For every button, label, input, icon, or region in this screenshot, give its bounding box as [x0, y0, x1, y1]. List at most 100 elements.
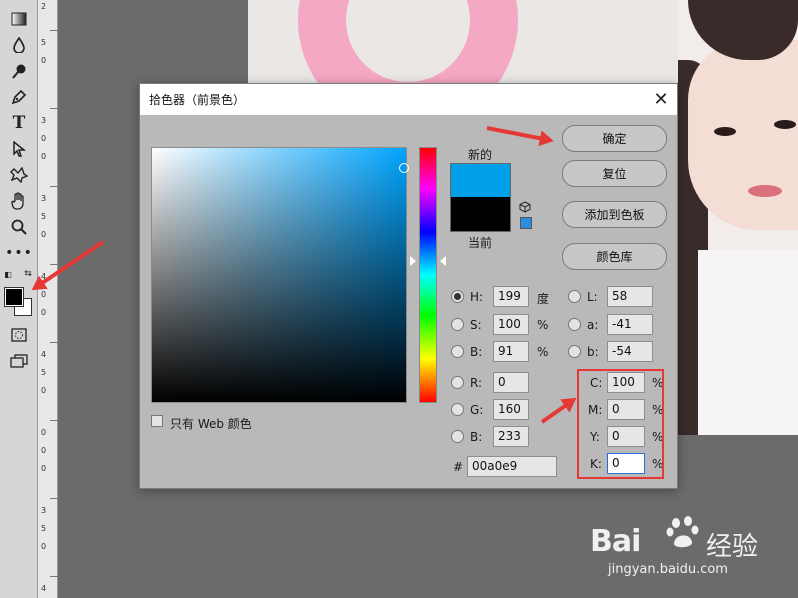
color-field[interactable] [151, 147, 407, 403]
more-icon[interactable]: ••• [5, 242, 32, 264]
portrait-eye [714, 127, 736, 136]
blur-icon[interactable] [8, 34, 30, 56]
color-libraries-button[interactable]: 颜色库 [562, 243, 667, 270]
ruler-label: 0 [41, 56, 47, 65]
swap-colors-icon[interactable]: ⇆ [22, 268, 34, 280]
ruler-label: 4 [41, 584, 47, 593]
type-icon[interactable]: T [8, 112, 30, 134]
close-icon[interactable]: ✕ [651, 89, 671, 110]
brightness-radio[interactable] [451, 345, 464, 358]
blue-label: B: [470, 430, 483, 444]
b-channel-radio[interactable] [568, 345, 581, 358]
saturation-label: S: [470, 318, 482, 332]
hue-unit: 度 [537, 292, 550, 306]
dodge-icon[interactable] [8, 60, 30, 82]
hex-label: # [453, 460, 464, 474]
blue-input[interactable]: 233 [493, 426, 529, 447]
annotation-cmyk-highlight [577, 369, 664, 479]
a-channel-radio[interactable] [568, 318, 581, 331]
dialog-title: 拾色器（前景色） [149, 93, 246, 107]
watermark-logo-text: 经验 [706, 532, 759, 562]
ruler-label: 0 [41, 308, 47, 317]
pen-icon[interactable] [8, 86, 30, 108]
ruler-label: 5 [41, 368, 47, 377]
brightness-input[interactable]: 91 [493, 341, 529, 362]
ruler-label: 5 [41, 38, 47, 47]
only-web-colors-label: 只有 Web 颜色 [170, 417, 252, 431]
ruler-label: 0 [41, 386, 47, 395]
saturation-unit: % [537, 318, 549, 332]
ruler-label: 0 [41, 230, 47, 239]
b-channel-label: b: [587, 345, 599, 359]
foreground-color-swatch[interactable] [4, 287, 24, 307]
a-channel-label: a: [587, 318, 599, 332]
brightness-unit: % [537, 345, 549, 359]
hue-label: H: [470, 290, 484, 304]
red-input[interactable]: 0 [493, 372, 529, 393]
hue-radio[interactable] [451, 290, 464, 303]
ruler-label: 5 [41, 212, 47, 221]
current-color-label: 当前 [468, 236, 493, 250]
new-color-swatch [450, 163, 511, 197]
ruler-label: 0 [41, 134, 47, 143]
gradient-icon[interactable] [8, 8, 30, 30]
hue-slider-handle-right[interactable] [440, 256, 446, 266]
ruler-label: 3 [41, 194, 47, 203]
tools-panel: T ••• ◧ ⇆ [0, 0, 38, 598]
portrait-eye [774, 120, 796, 129]
hue-slider[interactable] [419, 147, 437, 403]
custom-shape-icon[interactable] [8, 164, 30, 186]
add-to-swatches-button[interactable]: 添加到色板 [562, 201, 667, 228]
default-colors-icon[interactable]: ◧ [2, 268, 14, 280]
screen-mode-icon[interactable] [8, 350, 30, 372]
portrait-shirt [698, 250, 798, 435]
hue-slider-handle-left[interactable] [410, 256, 416, 266]
reset-button[interactable]: 复位 [562, 160, 667, 187]
ruler-label: 4 [41, 350, 47, 359]
quick-mask-icon[interactable] [8, 324, 30, 346]
baidu-paw-logo [666, 514, 702, 550]
ruler-label: 0 [41, 428, 47, 437]
hand-icon[interactable] [8, 190, 30, 212]
ruler-label: 3 [41, 116, 47, 125]
b-channel-input[interactable]: -54 [607, 341, 653, 362]
portrait-lips [748, 185, 782, 197]
baidu-jingyan-watermark: Bai 经验 jingyan.baidu.com [588, 512, 788, 582]
lightness-label: L: [587, 290, 598, 304]
lightness-radio[interactable] [568, 290, 581, 303]
ruler-label: 0 [41, 542, 47, 551]
ruler-label: 3 [41, 506, 47, 515]
saturation-input[interactable]: 100 [493, 314, 529, 335]
hue-input[interactable]: 199 [493, 286, 529, 307]
current-color-swatch[interactable] [450, 197, 511, 232]
cube-icon[interactable] [519, 201, 531, 213]
watermark-url: jingyan.baidu.com [608, 562, 728, 577]
lightness-input[interactable]: 58 [607, 286, 653, 307]
blue-radio[interactable] [451, 430, 464, 443]
ruler-label: 5 [41, 524, 47, 533]
color-field-cursor[interactable] [399, 163, 409, 173]
zoom-icon[interactable] [8, 216, 30, 238]
path-select-icon[interactable] [8, 138, 30, 160]
ruler-label: 0 [41, 152, 47, 161]
red-label: R: [470, 376, 483, 390]
brightness-label: B: [470, 345, 483, 359]
watermark-brand: Bai [590, 524, 641, 559]
green-radio[interactable] [451, 403, 464, 416]
ruler-label: 0 [41, 464, 47, 473]
dialog-titlebar[interactable]: 拾色器（前景色） ✕ [140, 84, 677, 115]
green-label: G: [470, 403, 484, 417]
ruler-label: 2 [41, 2, 47, 11]
red-radio[interactable] [451, 376, 464, 389]
new-color-label: 新的 [468, 148, 493, 162]
hex-input[interactable]: 00a0e9 [467, 456, 557, 477]
a-channel-input[interactable]: -41 [607, 314, 653, 335]
only-web-colors-checkbox[interactable] [151, 415, 163, 427]
ok-button[interactable]: 确定 [562, 125, 667, 152]
green-input[interactable]: 160 [493, 399, 529, 420]
ruler-label: 0 [41, 446, 47, 455]
saturation-radio[interactable] [451, 318, 464, 331]
portrait-face [688, 40, 798, 230]
vertical-ruler: 2 5 0 3 0 0 3 5 0 4 0 0 4 5 0 0 0 0 3 5 … [38, 0, 58, 598]
web-safe-color-swatch[interactable] [520, 217, 532, 229]
